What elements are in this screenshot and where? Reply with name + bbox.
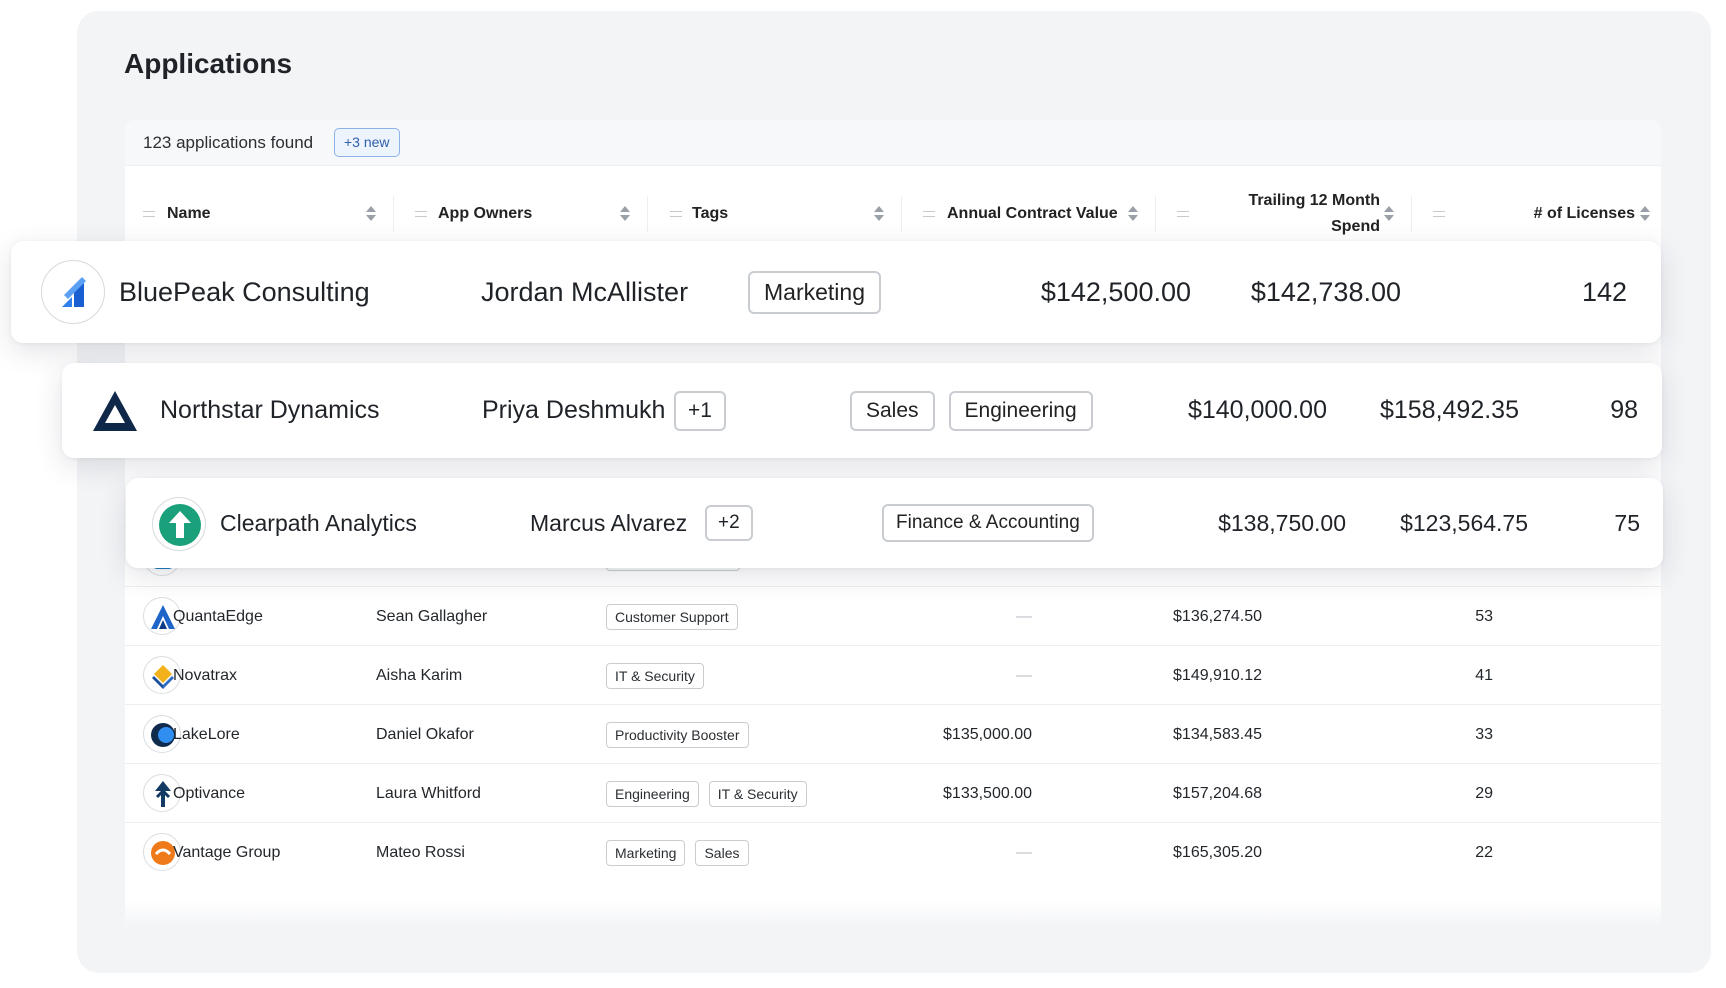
app-owner: Jordan McAllister <box>481 276 689 307</box>
license-count: 142 <box>1581 276 1627 307</box>
sort-icon[interactable] <box>874 206 884 222</box>
tag-chip[interactable]: Marketing <box>606 839 686 866</box>
new-apps-badge[interactable]: +3 new <box>334 128 400 157</box>
trailing-spend: $134,583.45 <box>1173 725 1262 743</box>
annual-contract-value: — <box>1016 843 1032 861</box>
tag-chip[interactable]: Customer Support <box>606 603 738 630</box>
tags-cell: Customer Support <box>606 587 748 646</box>
app-owner: Sean Gallagher <box>376 607 488 625</box>
northstar-logo-icon <box>92 389 138 433</box>
annual-contract-value: $142,500.00 <box>1040 276 1191 307</box>
column-drag-handle-icon[interactable] <box>923 211 935 217</box>
license-count: 98 <box>1610 396 1638 424</box>
clearpath-logo-icon <box>152 497 206 551</box>
sort-icon[interactable] <box>1128 206 1138 222</box>
tag-chip[interactable]: IT & Security <box>606 662 704 689</box>
featured-row-clearpath[interactable]: Clearpath Analytics Marcus Alvarez +2 Fi… <box>126 478 1663 568</box>
app-owner: Mateo Rossi <box>376 843 465 861</box>
column-divider <box>1155 196 1156 232</box>
table-row[interactable]: LakeLore Daniel Okafor Productivity Boos… <box>125 704 1661 763</box>
sort-icon[interactable] <box>1640 206 1650 222</box>
table-row[interactable]: Vantage Group Mateo Rossi Marketing Sales… <box>125 822 1661 881</box>
app-name[interactable]: LakeLore <box>173 705 240 764</box>
tags-cell: IT & Security <box>606 646 714 705</box>
tag-chip[interactable]: Finance & Accounting <box>882 504 1094 542</box>
column-drag-handle-icon[interactable] <box>1433 211 1445 217</box>
trailing-spend: $157,204.68 <box>1173 784 1262 802</box>
trailing-spend: $142,738.00 <box>1250 276 1401 307</box>
table-row[interactable]: QuantaEdge Sean Gallagher Customer Suppo… <box>125 586 1661 645</box>
app-name[interactable]: Optivance <box>173 764 245 823</box>
trailing-spend: $149,910.12 <box>1173 666 1262 684</box>
app-owner: Aisha Karim <box>376 666 463 684</box>
annual-contract-value: $140,000.00 <box>1187 396 1327 424</box>
tag-chip[interactable]: Marketing <box>748 270 881 314</box>
tag-chip[interactable]: Productivity Booster <box>606 721 749 748</box>
annual-contract-value: $135,000.00 <box>943 725 1032 743</box>
trailing-spend: $165,305.20 <box>1173 843 1262 861</box>
trailing-spend: $158,492.35 <box>1379 396 1519 424</box>
column-header-trailing-spend-line2: Spend <box>1331 218 1380 235</box>
tags-cell: Marketing Sales <box>606 823 759 882</box>
column-drag-handle-icon[interactable] <box>1177 211 1189 217</box>
trailing-spend: $123,564.75 <box>1400 509 1528 536</box>
license-count: 22 <box>1475 843 1493 861</box>
column-divider <box>393 196 394 232</box>
app-name[interactable]: Novatrax <box>173 646 237 705</box>
column-drag-handle-icon[interactable] <box>143 211 155 217</box>
more-owners-chip[interactable]: +1 <box>674 390 726 431</box>
sort-icon[interactable] <box>1384 206 1394 222</box>
results-count: 123 applications found <box>143 133 314 152</box>
bluepeak-logo-icon <box>41 260 105 324</box>
page-title: Applications <box>124 48 293 79</box>
annual-contract-value: — <box>1016 607 1032 625</box>
tag-chip[interactable]: IT & Security <box>708 780 807 807</box>
license-count: 33 <box>1475 725 1493 743</box>
sort-icon[interactable] <box>620 206 630 222</box>
column-header-trailing-spend-line1: Trailing 12 Month <box>1248 192 1380 209</box>
column-divider <box>1411 196 1412 232</box>
tag-chip[interactable]: Sales <box>850 390 935 431</box>
column-drag-handle-icon[interactable] <box>670 211 682 217</box>
featured-row-bluepeak[interactable]: BluePeak Consulting Jordan McAllister Ma… <box>11 241 1661 343</box>
app-owner: Priya Deshmukh <box>482 396 666 424</box>
app-name[interactable]: BluePeak Consulting <box>119 241 370 343</box>
app-owner: Laura Whitford <box>376 784 481 802</box>
featured-row-northstar[interactable]: Northstar Dynamics Priya Deshmukh +1 Sal… <box>62 363 1662 458</box>
scroll-fade <box>125 900 1661 935</box>
tags-cell: Productivity Booster <box>606 705 759 764</box>
tag-chip[interactable]: Sales <box>695 839 749 866</box>
tag-chip[interactable]: Engineering <box>606 780 699 807</box>
annual-contract-value: $138,750.00 <box>1218 509 1346 536</box>
license-count: 41 <box>1475 666 1493 684</box>
column-divider <box>647 196 648 232</box>
app-owner: Marcus Alvarez <box>530 509 688 536</box>
column-divider <box>901 196 902 232</box>
license-count: 75 <box>1614 509 1640 536</box>
table-row[interactable]: Novatrax Aisha Karim IT & Security — $14… <box>125 645 1661 704</box>
app-name[interactable]: QuantaEdge <box>173 587 263 646</box>
app-name[interactable]: Northstar Dynamics <box>160 363 380 458</box>
more-owners-chip[interactable]: +2 <box>705 505 753 541</box>
license-count: 29 <box>1475 784 1493 802</box>
results-summary-bar: 123 applications found +3 new <box>125 120 1661 166</box>
table-row[interactable]: Optivance Laura Whitford Engineering IT &… <box>125 763 1661 822</box>
annual-contract-value: — <box>1016 666 1032 684</box>
annual-contract-value: $133,500.00 <box>943 784 1032 802</box>
trailing-spend: $136,274.50 <box>1173 607 1262 625</box>
license-count: 53 <box>1475 607 1493 625</box>
tag-chip[interactable]: Engineering <box>948 390 1093 431</box>
sort-icon[interactable] <box>366 206 376 222</box>
app-name[interactable]: Clearpath Analytics <box>220 478 417 568</box>
app-owner: Daniel Okafor <box>376 725 474 743</box>
app-name[interactable]: Vantage Group <box>173 823 280 882</box>
column-drag-handle-icon[interactable] <box>415 211 427 217</box>
tags-cell: Engineering IT & Security <box>606 764 817 823</box>
